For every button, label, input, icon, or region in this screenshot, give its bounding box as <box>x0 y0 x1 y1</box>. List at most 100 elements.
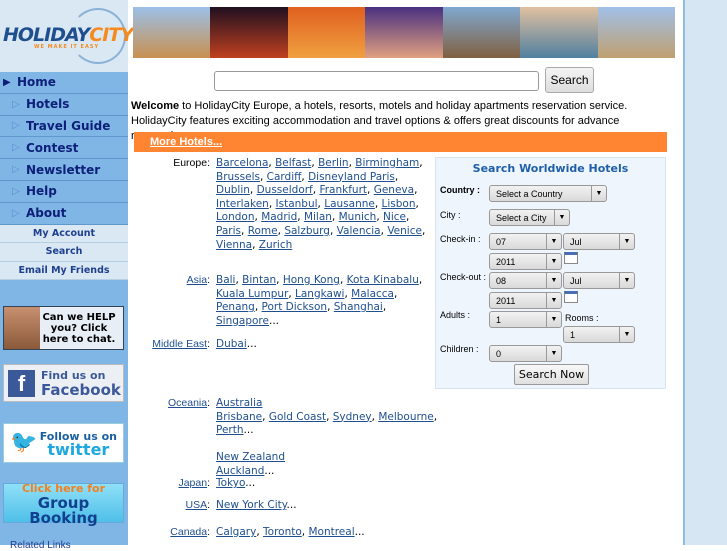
city-link[interactable]: Bali <box>216 274 235 286</box>
city-link[interactable]: Malacca <box>351 288 394 300</box>
twitter-banner[interactable]: 🐦 Follow us on twitter <box>3 423 124 463</box>
city-link[interactable]: Interlaken <box>216 198 269 210</box>
nav-email-friends[interactable]: Email My Friends <box>0 261 128 281</box>
nav-travel-guide[interactable]: ▷ Travel Guide <box>0 115 128 138</box>
calendar-icon[interactable] <box>564 291 578 303</box>
city-link[interactable]: Venice <box>387 225 422 237</box>
city-link[interactable]: Nice <box>383 211 406 223</box>
city-link[interactable]: London <box>216 211 255 223</box>
chat-banner[interactable]: Can we HELP you? Click here to chat. <box>3 306 124 350</box>
country-select[interactable]: Select a Country ▼ <box>489 185 607 202</box>
nav-contest[interactable]: ▷ Contest <box>0 137 128 160</box>
city-link[interactable]: Munich <box>339 211 377 223</box>
checkin-month-select[interactable]: Jul ▼ <box>563 233 635 250</box>
play-outline-icon: ▷ <box>12 98 20 110</box>
calendar-icon[interactable] <box>564 252 578 264</box>
city-link[interactable]: Singapore <box>216 315 269 327</box>
city-link[interactable]: Melbourne <box>378 411 433 423</box>
region-asia: Asia: Bali, Bintan, Hong Kong, Kota Kinab… <box>186 274 423 327</box>
play-solid-icon: ▶ <box>3 76 11 88</box>
city-link[interactable]: Istanbul <box>276 198 318 210</box>
search-now-button[interactable]: Search Now <box>514 364 589 385</box>
related-links[interactable]: Related Links <box>10 540 71 551</box>
city-link[interactable]: Rome <box>248 225 278 237</box>
city-link[interactable]: Vienna <box>216 239 252 251</box>
city-link[interactable]: Disneyland Paris <box>308 171 395 183</box>
search-button[interactable]: Search <box>545 67 594 93</box>
photo-barcelona <box>597 7 675 58</box>
play-outline-icon: ▷ <box>12 120 20 132</box>
nav-newsletter[interactable]: ▷ Newsletter <box>0 159 128 181</box>
city-link[interactable]: Barcelona <box>216 157 268 169</box>
region-usa: USA: New York City... <box>185 499 297 511</box>
nav-my-account[interactable]: My Account <box>0 224 128 244</box>
checkout-month-select[interactable]: Jul ▼ <box>563 272 635 289</box>
city-photos-banner <box>133 7 675 58</box>
facebook-banner[interactable]: f Find us on Facebook <box>3 364 124 402</box>
rooms-select[interactable]: 1 ▼ <box>563 326 635 343</box>
city-link[interactable]: Dusseldorf <box>257 184 313 196</box>
nav-about[interactable]: ▷ About <box>0 202 128 225</box>
more-hotels-link[interactable]: More Hotels... <box>150 136 222 148</box>
city-link[interactable]: Auckland <box>216 465 264 477</box>
city-link[interactable]: Lausanne <box>324 198 375 210</box>
region-canada: Canada: Calgary, Toronto, Montreal... <box>170 526 365 538</box>
nav-search[interactable]: Search <box>0 243 128 262</box>
children-select[interactable]: 0 ▼ <box>489 345 562 362</box>
city-link[interactable]: Montreal <box>308 526 354 538</box>
region-europe: Europe: Barcelona, Belfast, Berlin, Birmi… <box>173 157 426 251</box>
city-link[interactable]: Berlin <box>318 157 348 169</box>
city-link[interactable]: Zurich <box>259 239 293 251</box>
nav-hotels[interactable]: ▷ Hotels <box>0 93 128 116</box>
group-booking-banner[interactable]: Click here for Group Booking <box>3 482 124 525</box>
city-link[interactable]: Belfast <box>275 157 311 169</box>
city-link[interactable]: Kota Kinabalu <box>347 274 419 286</box>
city-link[interactable]: Geneva <box>374 184 414 196</box>
city-link[interactable]: Sydney <box>333 411 372 423</box>
nav-home[interactable]: ▶ Home <box>0 72 128 94</box>
city-link[interactable]: Tokyo <box>216 477 245 489</box>
city-link[interactable]: Dubai <box>216 338 247 350</box>
facebook-icon: f <box>8 369 35 397</box>
city-link[interactable]: Cardiff <box>267 171 302 183</box>
city-link[interactable]: Kuala Lumpur <box>216 288 288 300</box>
city-link[interactable]: Port Dickson <box>262 301 328 313</box>
city-link[interactable]: New York City <box>216 499 287 511</box>
photo-food <box>287 7 366 58</box>
city-link[interactable]: Brisbane <box>216 411 262 423</box>
city-link[interactable]: Dublin <box>216 184 250 196</box>
city-link[interactable]: Gold Coast <box>269 411 326 423</box>
checkout-year-select[interactable]: 2011 ▼ <box>489 292 562 309</box>
city-select[interactable]: Select a City ▼ <box>489 209 570 226</box>
logo[interactable]: HOLIDAYCITY WE MAKE IT EASY <box>0 0 134 72</box>
city-link[interactable]: Shanghai <box>334 301 383 313</box>
city-link[interactable]: Paris <box>216 225 241 237</box>
city-link[interactable]: Langkawi <box>295 288 344 300</box>
city-link[interactable]: Toronto <box>263 526 302 538</box>
city-link[interactable]: Milan <box>304 211 332 223</box>
city-link[interactable]: Lisbon <box>382 198 416 210</box>
checkin-year-select[interactable]: 2011 ▼ <box>489 253 562 270</box>
right-margin <box>683 0 727 545</box>
play-outline-icon: ▷ <box>12 185 20 197</box>
chevron-down-icon: ▼ <box>554 210 569 225</box>
nav-help[interactable]: ▷ Help <box>0 180 128 203</box>
city-link[interactable]: Bintan <box>242 274 276 286</box>
city-link[interactable]: Penang <box>216 301 255 313</box>
city-link[interactable]: Birmingham <box>355 157 419 169</box>
city-link[interactable]: Frankfurt <box>319 184 367 196</box>
checkin-day-select[interactable]: 07 ▼ <box>489 233 562 250</box>
checkout-day-select[interactable]: 08 ▼ <box>489 272 562 289</box>
search-input[interactable] <box>214 71 539 91</box>
adults-select[interactable]: 1 ▼ <box>489 311 562 328</box>
play-outline-icon: ▷ <box>12 164 20 176</box>
city-link[interactable]: Salzburg <box>284 225 330 237</box>
city-link[interactable]: Hong Kong <box>283 274 340 286</box>
city-link[interactable]: Perth <box>216 424 244 436</box>
city-link[interactable]: Madrid <box>261 211 297 223</box>
city-link[interactable]: Brussels <box>216 171 260 183</box>
city-link[interactable]: Valencia <box>337 225 381 237</box>
city-link[interactable]: Calgary <box>216 526 256 538</box>
photo-venice <box>520 7 598 58</box>
chevron-down-icon: ▼ <box>591 186 606 201</box>
